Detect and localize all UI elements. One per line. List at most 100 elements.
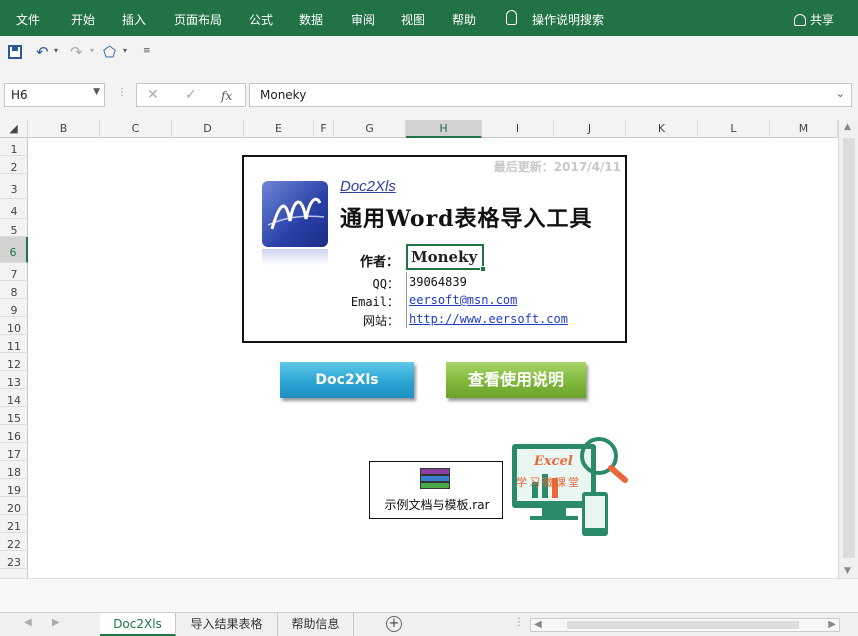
column-header[interactable]: E — [244, 120, 314, 138]
cancel-icon[interactable]: ✕ — [147, 87, 159, 103]
row-header[interactable]: 10 — [0, 317, 28, 335]
scroll-left-icon[interactable]: ◀ — [534, 619, 542, 630]
column-header[interactable]: I — [482, 120, 554, 138]
cell-border — [406, 272, 407, 328]
share-button[interactable]: 共享 — [793, 11, 834, 28]
add-sheet-icon[interactable]: + — [386, 616, 402, 632]
next-sheet-icon[interactable]: ▶ — [52, 617, 60, 628]
row-header[interactable]: 3 — [0, 174, 28, 199]
app-logo — [262, 181, 328, 247]
row-header[interactable]: 9 — [0, 299, 28, 317]
touch-mode-icon[interactable]: ⬠ — [103, 43, 116, 61]
doc2xls-button[interactable]: Doc2Xls — [280, 362, 414, 398]
vertical-scrollbar[interactable]: ▲ ▼ — [838, 120, 858, 578]
attachment-object[interactable]: 示例文档与模板.rar — [369, 461, 503, 519]
chevron-down-icon[interactable]: ▼ — [93, 87, 100, 97]
prev-sheet-icon[interactable]: ◀ — [24, 617, 32, 628]
tab-page-layout[interactable]: 页面布局 — [174, 11, 222, 28]
tab-formulas[interactable]: 公式 — [249, 11, 273, 28]
formula-input[interactable]: Moneky ⌄ — [249, 83, 852, 107]
horizontal-scrollbar[interactable]: ◀ ▶ — [530, 618, 840, 632]
app-name-link[interactable]: Doc2Xls — [340, 178, 396, 195]
select-all-corner[interactable]: ◢ — [0, 120, 28, 138]
last-updated: 最后更新：2017/4/11 — [493, 160, 621, 174]
redo-icon[interactable]: ↷ — [70, 43, 83, 61]
row-header[interactable]: 6 — [0, 237, 28, 263]
name-box-value: H6 — [11, 88, 28, 102]
row-header[interactable]: 13 — [0, 371, 28, 389]
row-header[interactable]: 7 — [0, 263, 28, 281]
save-icon[interactable] — [8, 45, 22, 59]
column-header[interactable]: G — [334, 120, 406, 138]
tab-insert[interactable]: 插入 — [122, 11, 146, 28]
enter-icon[interactable]: ✓ — [185, 87, 197, 103]
row-header[interactable]: 18 — [0, 461, 28, 479]
row-header[interactable]: 22 — [0, 533, 28, 551]
column-header[interactable]: K — [626, 120, 698, 138]
column-header[interactable]: F — [314, 120, 334, 138]
row-header[interactable]: 14 — [0, 389, 28, 407]
tab-home[interactable]: 开始 — [71, 11, 95, 28]
column-header[interactable]: C — [100, 120, 172, 138]
column-header[interactable]: M — [770, 120, 838, 138]
undo-dropdown-icon[interactable]: ▾ — [54, 46, 58, 55]
tab-data[interactable]: 数据 — [299, 11, 323, 28]
app-logo-reflection — [262, 249, 328, 265]
column-header[interactable]: B — [28, 120, 100, 138]
scroll-thumb[interactable] — [843, 138, 855, 558]
sheet-tab-results[interactable]: 导入结果表格 — [176, 613, 278, 636]
row-header[interactable]: 16 — [0, 425, 28, 443]
column-headers: ◢ B C D E F G H I J K L M — [0, 120, 838, 138]
scroll-up-icon[interactable]: ▲ — [844, 122, 851, 132]
scroll-down-icon[interactable]: ▼ — [844, 566, 851, 576]
email-link[interactable]: eersoft@msn.com — [409, 293, 517, 307]
app-title: 通用Word表格导入工具 — [340, 206, 593, 232]
tab-file[interactable]: 文件 — [16, 11, 40, 28]
tell-me-search[interactable]: 操作说明搜索 — [532, 11, 604, 28]
column-header[interactable]: L — [698, 120, 770, 138]
h-scroll-thumb[interactable] — [567, 621, 799, 629]
row-header[interactable]: 23 — [0, 551, 28, 569]
tabs-split-icon[interactable]: ⋮ — [514, 617, 524, 628]
redo-dropdown-icon[interactable]: ▾ — [90, 46, 94, 55]
website-link[interactable]: http://www.eersoft.com — [409, 312, 568, 326]
expand-formula-icon[interactable]: ⌄ — [836, 87, 845, 100]
sheet-tab-help[interactable]: 帮助信息 — [278, 613, 354, 636]
lightbulb-icon — [506, 10, 517, 25]
tab-view[interactable]: 视图 — [401, 11, 425, 28]
tab-help[interactable]: 帮助 — [452, 11, 476, 28]
column-header[interactable]: D — [172, 120, 244, 138]
undo-icon[interactable]: ↶ — [36, 43, 49, 61]
name-box[interactable]: H6 ▼ — [4, 83, 105, 107]
fill-handle[interactable] — [480, 266, 486, 272]
sheet-tab-doc2xls[interactable]: Doc2Xls — [100, 613, 176, 636]
row-header[interactable]: 2 — [0, 156, 28, 174]
sheet-tabs-bar: ◀ ▶ Doc2Xls 导入结果表格 帮助信息 + ⋮ ◀ ▶ — [0, 612, 858, 636]
scroll-right-icon[interactable]: ▶ — [828, 619, 836, 630]
row-header[interactable]: 4 — [0, 199, 28, 219]
row-header[interactable]: 1 — [0, 138, 28, 156]
row-header[interactable]: 21 — [0, 515, 28, 533]
row-header[interactable]: 17 — [0, 443, 28, 461]
row-header[interactable]: 8 — [0, 281, 28, 299]
row-header[interactable]: 19 — [0, 479, 28, 497]
quick-access-toolbar — [0, 36, 858, 72]
row-header[interactable]: 15 — [0, 407, 28, 425]
tab-review[interactable]: 审阅 — [351, 11, 375, 28]
row-headers: 1 2 3 4 5 6 7 8 9 10 11 12 13 14 15 16 17 18 19 20 21 22 23 — [0, 138, 28, 578]
view-help-button[interactable]: 查看使用说明 — [446, 362, 586, 398]
author-label: 作者： — [359, 255, 399, 270]
share-label: 共享 — [809, 13, 834, 27]
author-value: Moneky — [411, 248, 478, 266]
active-cell-h6[interactable]: Moneky — [406, 244, 486, 272]
column-header[interactable]: J — [554, 120, 626, 138]
row-header[interactable]: 5 — [0, 219, 28, 237]
insert-function-icon[interactable]: fx — [221, 89, 232, 103]
row-header[interactable]: 20 — [0, 497, 28, 515]
worksheet[interactable]: 最后更新：2017/4/11 Doc2Xls 通用Word表格导入工具 作者： … — [28, 138, 838, 578]
row-header[interactable]: 12 — [0, 353, 28, 371]
touch-dropdown-icon[interactable]: ▾ — [123, 46, 127, 55]
column-header-selected[interactable]: H — [406, 120, 482, 138]
row-header[interactable]: 11 — [0, 335, 28, 353]
customize-toolbar-icon[interactable]: ≡ — [143, 46, 151, 56]
